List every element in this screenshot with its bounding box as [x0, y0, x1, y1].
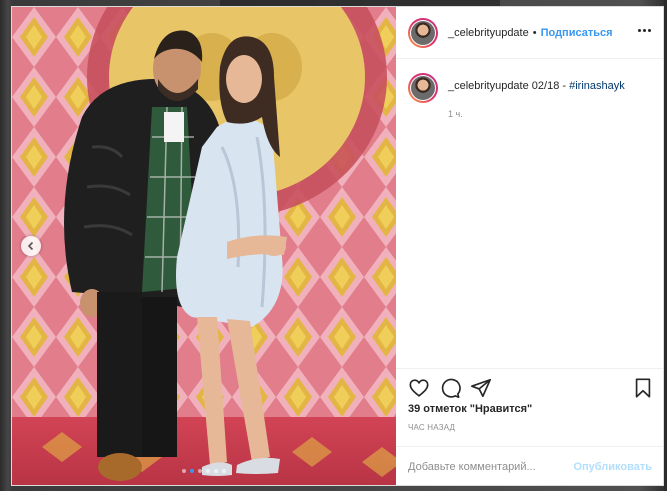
share-icon[interactable] — [470, 377, 492, 399]
caption-text: _celebrityupdate 02/18 - #irinashayk — [448, 79, 625, 103]
carousel-dot — [206, 469, 210, 473]
carousel-dot-active — [190, 469, 194, 473]
separator-dot: • — [532, 26, 537, 39]
carousel-dot — [214, 469, 218, 473]
carousel-dots — [12, 469, 396, 473]
post-image — [12, 7, 396, 485]
publish-button[interactable]: Опубликовать — [573, 461, 652, 473]
carousel-prev-button[interactable] — [21, 236, 41, 256]
post-timestamp: ЧАС НАЗАД — [408, 423, 456, 432]
avatar[interactable] — [408, 17, 438, 48]
caption-hashtag[interactable]: #irinashayk — [569, 80, 625, 92]
caption-username[interactable]: _celebrityupdate — [448, 80, 529, 92]
carousel-dot — [182, 469, 186, 473]
comment-input[interactable] — [408, 460, 568, 473]
comment-bar: Опубликовать — [396, 446, 663, 485]
heart-icon[interactable] — [408, 377, 430, 399]
post-side-panel: _celebrityupdate • Подписаться _celebrit… — [396, 7, 663, 485]
follow-button[interactable]: Подписаться — [541, 27, 613, 39]
carousel-dot — [198, 469, 202, 473]
post-header: _celebrityupdate • Подписаться — [396, 7, 663, 59]
post-photo — [12, 7, 396, 485]
chevron-left-icon — [27, 241, 34, 251]
username-link[interactable]: _celebrityupdate — [448, 27, 529, 39]
post-modal: _celebrityupdate • Подписаться _celebrit… — [11, 6, 664, 486]
comment-icon[interactable] — [439, 377, 461, 399]
caption-time: 1 ч. — [448, 109, 463, 119]
bookmark-icon[interactable] — [632, 377, 654, 399]
carousel-dot — [222, 469, 226, 473]
caption-avatar[interactable] — [408, 73, 438, 103]
caption: _celebrityupdate 02/18 - #irinashayk — [396, 59, 663, 103]
likes-count[interactable]: 39 отметок "Нравится" — [408, 403, 532, 415]
caption-prefix: 02/18 - — [531, 80, 567, 92]
more-options-icon[interactable] — [638, 29, 652, 33]
